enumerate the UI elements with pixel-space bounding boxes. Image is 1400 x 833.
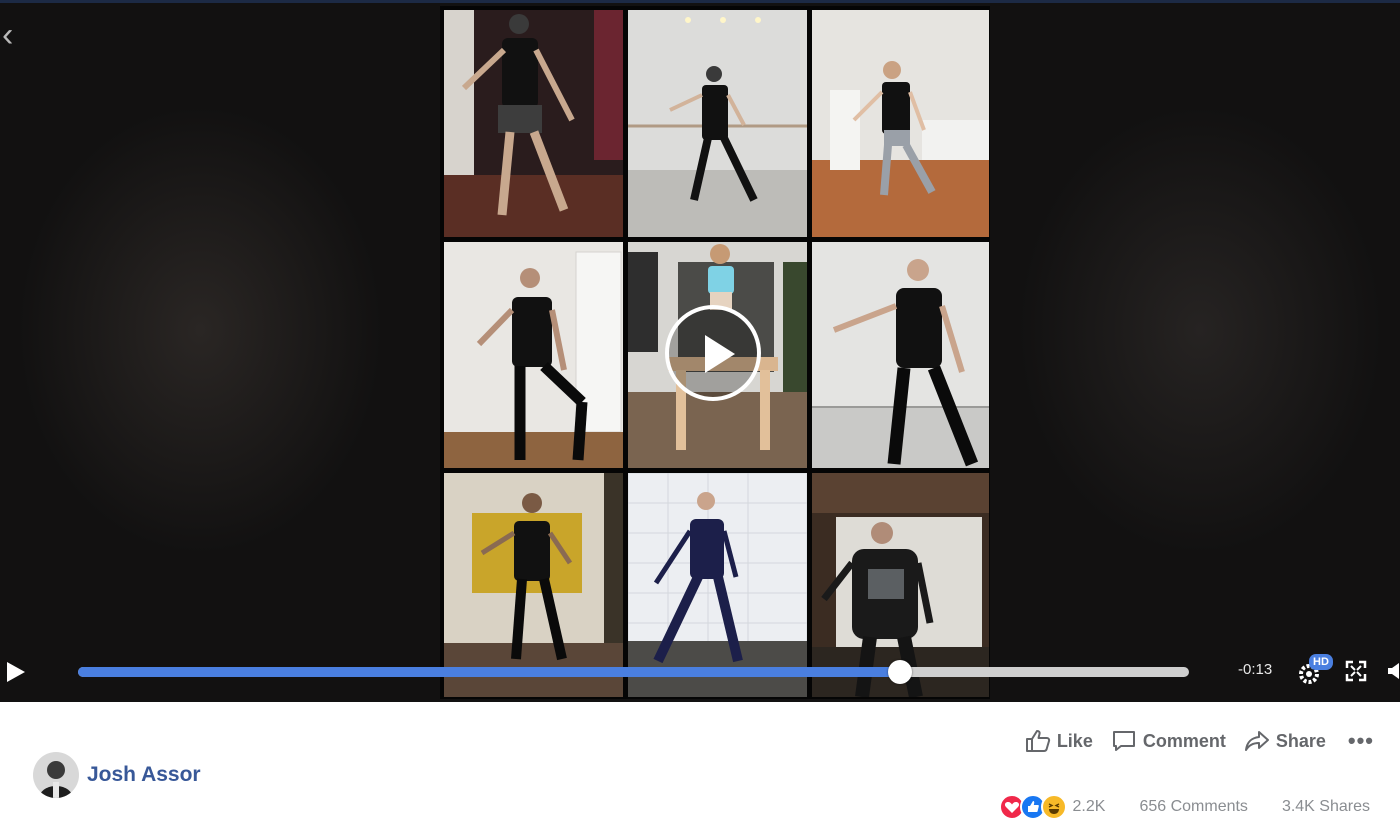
share-button[interactable]: Share [1244, 729, 1326, 753]
reaction-count[interactable]: 2.2K [1073, 798, 1106, 816]
share-label: Share [1275, 730, 1326, 751]
play-icon[interactable] [665, 305, 761, 401]
fullscreen-icon[interactable] [1345, 660, 1367, 682]
comment-icon [1112, 731, 1135, 751]
back-icon[interactable]: ‹ [2, 18, 26, 52]
post-actions: Like Comment Share ••• [1007, 728, 1374, 754]
player-controls: -0:13 HD [0, 652, 1400, 692]
video-player[interactable]: ‹ -0:13 HD [0, 0, 1400, 702]
hd-badge: HD [1309, 654, 1333, 670]
share-icon [1244, 731, 1269, 751]
dancer-tile [812, 10, 989, 237]
author-name-link[interactable]: Josh Assor [87, 763, 201, 787]
more-icon[interactable]: ••• [1348, 728, 1374, 754]
comment-label: Comment [1142, 730, 1226, 751]
dancer-tile [444, 242, 623, 468]
time-remaining: -0:13 [1238, 661, 1273, 678]
dancer-tile [628, 10, 807, 237]
comments-count[interactable]: 656 Comments [1139, 798, 1248, 816]
dancer-tile [444, 10, 623, 237]
volume-icon[interactable] [1388, 662, 1400, 680]
dancer-tile [812, 242, 989, 468]
avatar[interactable] [33, 752, 79, 798]
like-label: Like [1056, 730, 1093, 751]
top-accent-line [0, 0, 1400, 3]
scrubber-handle[interactable] [888, 660, 913, 684]
post-footer: Like Comment Share ••• Josh Assor 2.2K 6… [0, 702, 1400, 833]
like-icon [1025, 730, 1050, 752]
shares-count[interactable]: 3.4K Shares [1282, 798, 1370, 816]
comment-button[interactable]: Comment [1111, 729, 1226, 753]
like-button[interactable]: Like [1025, 729, 1093, 753]
play-icon[interactable] [7, 662, 25, 682]
reactions-summary[interactable] [998, 794, 1067, 820]
progress-bar[interactable] [78, 660, 1189, 684]
post-stats: 2.2K 656 Comments 3.4K Shares [998, 794, 1370, 820]
progress-fill [78, 667, 901, 677]
post-author: Josh Assor [33, 752, 201, 798]
haha-reaction-icon [1040, 794, 1067, 820]
